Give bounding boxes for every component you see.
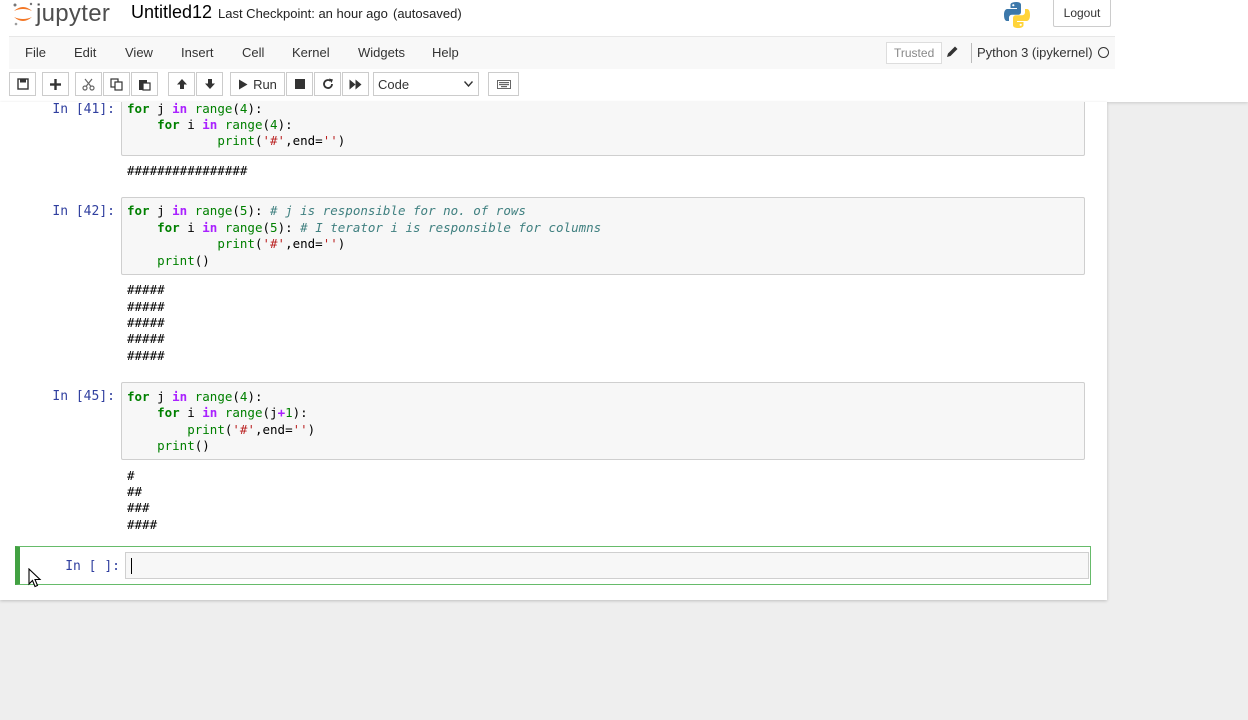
notebook-container[interactable]: In [41]: for j in range(4): for i in ran… xyxy=(0,102,1107,600)
arrow-down-icon xyxy=(204,79,215,89)
notebook-name[interactable]: Untitled12 xyxy=(131,2,212,23)
python-logo-icon xyxy=(1004,2,1030,28)
restart-kernel-button[interactable] xyxy=(314,72,341,96)
header: jupyter Untitled12 Last Checkpoint: an h… xyxy=(0,0,1248,102)
move-down-button[interactable] xyxy=(196,72,223,96)
trusted-badge[interactable]: Trusted xyxy=(886,42,943,64)
arrow-up-icon xyxy=(176,79,187,89)
autosave-status: (autosaved) xyxy=(393,6,462,21)
menu-edit[interactable]: Edit xyxy=(74,45,96,60)
code-line: print('#',end='') xyxy=(217,133,346,148)
kernel-separator xyxy=(971,43,972,63)
mouse-cursor-icon xyxy=(28,568,42,588)
cell-type-select[interactable]: Code xyxy=(373,72,479,96)
jupyter-logo-text: jupyter xyxy=(36,0,111,27)
keyboard-icon xyxy=(496,79,511,89)
code-line: print() xyxy=(157,253,210,268)
active-cell[interactable]: In [ ]: xyxy=(15,546,1091,585)
menu-kernel[interactable]: Kernel xyxy=(292,45,330,60)
run-button[interactable]: Run xyxy=(230,72,285,96)
kernel-name[interactable]: Python 3 (ipykernel) xyxy=(977,45,1093,60)
jupyter-logo[interactable]: jupyter xyxy=(12,0,110,28)
output-line: ##### xyxy=(127,331,165,346)
code-cell-input[interactable]: for j in range(5): # j is responsible fo… xyxy=(121,197,1085,275)
restart-run-all-button[interactable] xyxy=(342,72,369,96)
code-line: print('#',end='') xyxy=(187,422,316,437)
output-line: ## xyxy=(127,484,143,499)
menu-cell[interactable]: Cell xyxy=(242,45,264,60)
code-line: for i in range(5): # I terator i is resp… xyxy=(157,220,602,235)
fast-forward-icon xyxy=(349,79,362,89)
code-line: for j in range(4): xyxy=(127,102,263,116)
output-line: ##### xyxy=(127,282,165,297)
output-line: ##### xyxy=(127,315,165,330)
cell-prompt: In [41]: xyxy=(52,102,115,117)
play-icon xyxy=(239,79,248,89)
cut-button[interactable] xyxy=(75,72,102,96)
code-cell-input[interactable] xyxy=(125,552,1089,579)
code-line: for j in range(5): # j is responsible fo… xyxy=(127,203,526,218)
code-line: for j in range(4): xyxy=(127,389,263,404)
save-icon xyxy=(16,78,29,90)
code-cell-input[interactable]: for j in range(4): for i in range(j+1): … xyxy=(121,382,1085,460)
cut-icon xyxy=(82,78,95,91)
menu-file[interactable]: File xyxy=(25,45,46,60)
command-palette-button[interactable] xyxy=(488,72,519,96)
cell-type-value: Code xyxy=(378,76,410,92)
checkpoint-status: Last Checkpoint: an hour ago xyxy=(218,6,388,21)
code-line: for i in range(j+1): xyxy=(157,405,308,420)
copy-icon xyxy=(110,77,123,91)
paste-button[interactable] xyxy=(131,72,158,96)
pencil-icon[interactable] xyxy=(946,45,959,58)
output-line: #### xyxy=(127,517,158,532)
output-line: ### xyxy=(127,500,150,515)
output-line: ##### xyxy=(127,348,165,363)
save-button[interactable] xyxy=(9,72,36,96)
code-line: print() xyxy=(157,438,210,453)
cell-prompt: In [45]: xyxy=(52,389,115,404)
copy-button[interactable] xyxy=(103,72,130,96)
menu-widgets[interactable]: Widgets xyxy=(358,45,405,60)
kernel-idle-indicator-icon xyxy=(1098,47,1109,58)
stop-icon xyxy=(294,79,305,89)
chevron-down-icon xyxy=(464,81,473,87)
code-line: print('#',end='') xyxy=(217,236,346,251)
menubar: File Edit View Insert Cell Kernel Widget… xyxy=(9,36,1115,69)
insert-cell-button[interactable] xyxy=(42,72,69,96)
text-caret xyxy=(131,558,132,574)
paste-icon xyxy=(139,79,151,91)
output-line: # xyxy=(127,468,135,483)
plus-icon xyxy=(50,78,61,90)
interrupt-kernel-button[interactable] xyxy=(286,72,313,96)
run-label: Run xyxy=(253,76,277,92)
logout-button[interactable]: Logout xyxy=(1053,0,1111,27)
code-line: for i in range(4): xyxy=(157,117,293,132)
output-line: ################ xyxy=(127,163,248,178)
jupyter-logo-icon xyxy=(13,2,33,26)
move-up-button[interactable] xyxy=(168,72,195,96)
restart-icon xyxy=(322,78,333,89)
toolbar: Run Code xyxy=(9,72,1115,98)
menu-insert[interactable]: Insert xyxy=(181,45,214,60)
menu-help[interactable]: Help xyxy=(432,45,459,60)
code-cell-input[interactable]: for j in range(4): for i in range(4): pr… xyxy=(121,102,1085,156)
output-line: ##### xyxy=(127,299,165,314)
cell-prompt: In [42]: xyxy=(52,204,115,219)
menu-view[interactable]: View xyxy=(125,45,153,60)
